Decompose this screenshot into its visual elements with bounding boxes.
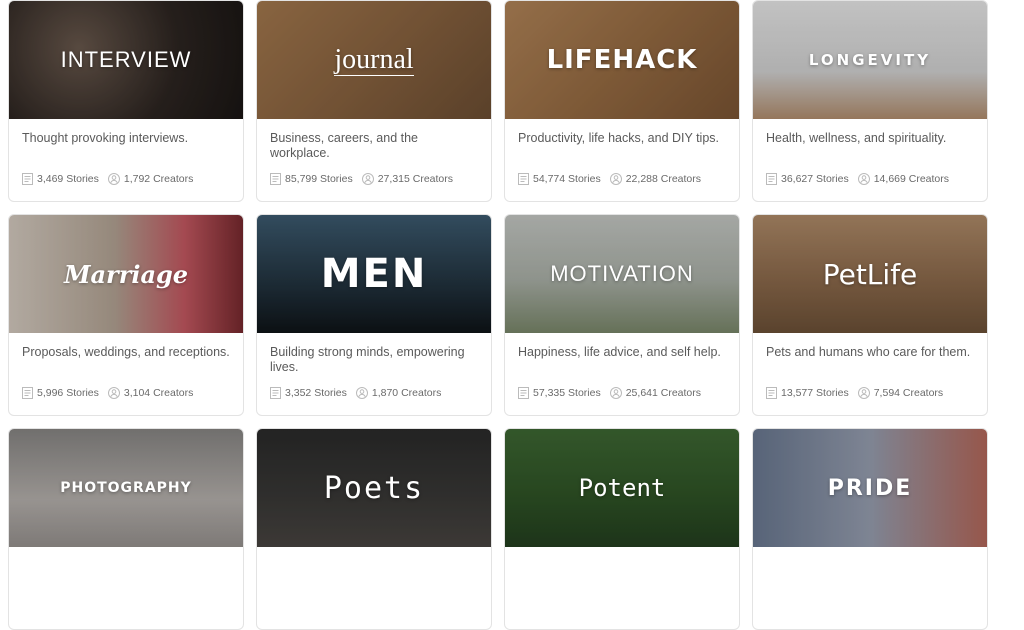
- card-banner-image: MEN: [257, 215, 491, 333]
- creators-count: 1,870 Creators: [355, 387, 442, 399]
- stories-count: 3,352 Stories: [270, 387, 347, 399]
- community-grid: INTERVIEW Thought provoking interviews. …: [8, 0, 988, 630]
- document-icon: [22, 173, 33, 185]
- card-description: Happiness, life advice, and self help.: [518, 345, 721, 359]
- person-icon: [355, 387, 368, 399]
- card-description: Building strong minds, empowering lives.: [270, 345, 465, 374]
- stories-count: 57,335 Stories: [518, 387, 601, 399]
- stories-count: 3,469 Stories: [22, 173, 99, 185]
- creators-count: 7,594 Creators: [857, 387, 944, 399]
- card-banner-title: Marriage: [63, 259, 189, 289]
- creators-label: 1,792 Creators: [123, 173, 194, 185]
- card-banner-title: LIFEHACK: [546, 45, 698, 75]
- community-card-motivation[interactable]: MOTIVATION Happiness, life advice, and s…: [504, 214, 740, 416]
- community-card-interview[interactable]: INTERVIEW Thought provoking interviews. …: [8, 0, 244, 202]
- stories-count: 5,996 Stories: [22, 387, 99, 399]
- community-card-pride[interactable]: PRIDE: [752, 428, 988, 630]
- document-icon: [518, 387, 529, 399]
- stories-label: 85,799 Stories: [285, 173, 353, 185]
- person-icon: [609, 387, 622, 399]
- stories-label: 13,577 Stories: [781, 387, 849, 399]
- card-banner-title: INTERVIEW: [60, 47, 192, 72]
- card-banner-image: LIFEHACK: [505, 1, 739, 119]
- card-banner-image: Marriage: [9, 215, 243, 333]
- card-banner-title: Potent: [578, 474, 666, 502]
- creators-count: 3,104 Creators: [107, 387, 194, 399]
- creators-count: 1,792 Creators: [107, 173, 194, 185]
- person-icon: [857, 387, 870, 399]
- creators-label: 22,288 Creators: [625, 173, 702, 185]
- stories-label: 5,996 Stories: [37, 387, 99, 399]
- creators-label: 14,669 Creators: [873, 173, 950, 185]
- stories-label: 3,469 Stories: [37, 173, 99, 185]
- card-description: Proposals, weddings, and receptions.: [22, 345, 230, 359]
- community-card-lifehack[interactable]: LIFEHACK Productivity, life hacks, and D…: [504, 0, 740, 202]
- card-description: Business, careers, and the workplace.: [270, 131, 418, 160]
- community-card-marriage[interactable]: Marriage Proposals, weddings, and recept…: [8, 214, 244, 416]
- card-description: Pets and humans who care for them.: [766, 345, 971, 359]
- person-icon: [107, 173, 120, 185]
- stories-count: 54,774 Stories: [518, 173, 601, 185]
- stories-count: 85,799 Stories: [270, 173, 353, 185]
- stories-label: 36,627 Stories: [781, 173, 849, 185]
- community-card-petlife[interactable]: PetLife Pets and humans who care for the…: [752, 214, 988, 416]
- creators-count: 25,641 Creators: [609, 387, 702, 399]
- creators-label: 25,641 Creators: [625, 387, 702, 399]
- stories-label: 54,774 Stories: [533, 173, 601, 185]
- card-description: Productivity, life hacks, and DIY tips.: [518, 131, 720, 145]
- card-banner-title: LONGEVITY: [808, 51, 932, 69]
- creators-label: 27,315 Creators: [377, 173, 454, 185]
- card-banner-title: PetLife: [822, 257, 918, 291]
- stories-label: 3,352 Stories: [285, 387, 347, 399]
- creators-count: 22,288 Creators: [609, 173, 702, 185]
- person-icon: [857, 173, 870, 185]
- community-card-journal[interactable]: journal Business, careers, and the workp…: [256, 0, 492, 202]
- community-card-photography[interactable]: PHOTOGRAPHY: [8, 428, 244, 630]
- person-icon: [361, 173, 374, 185]
- document-icon: [766, 387, 777, 399]
- card-banner-image: PRIDE: [753, 429, 987, 547]
- card-banner-image: Poets: [257, 429, 491, 547]
- creators-label: 3,104 Creators: [123, 387, 194, 399]
- creators-label: 7,594 Creators: [873, 387, 944, 399]
- card-description: Thought provoking interviews.: [22, 131, 189, 145]
- card-banner-title: MOTIVATION: [550, 261, 694, 286]
- document-icon: [518, 173, 529, 185]
- card-banner-image: Potent: [505, 429, 739, 547]
- community-card-potent[interactable]: Potent: [504, 428, 740, 630]
- card-banner-image: PHOTOGRAPHY: [9, 429, 243, 547]
- stories-count: 13,577 Stories: [766, 387, 849, 399]
- community-card-men[interactable]: MEN Building strong minds, empowering li…: [256, 214, 492, 416]
- creators-count: 14,669 Creators: [857, 173, 950, 185]
- person-icon: [107, 387, 120, 399]
- card-banner-image: PetLife: [753, 215, 987, 333]
- card-banner-image: MOTIVATION: [505, 215, 739, 333]
- card-banner-image: LONGEVITY: [753, 1, 987, 119]
- card-description: Health, wellness, and spirituality.: [766, 131, 947, 145]
- card-banner-title: journal: [334, 43, 414, 76]
- card-banner-title: MEN: [320, 251, 428, 297]
- stories-label: 57,335 Stories: [533, 387, 601, 399]
- card-banner-title: PHOTOGRAPHY: [60, 480, 192, 496]
- card-banner-image: INTERVIEW: [9, 1, 243, 119]
- stories-count: 36,627 Stories: [766, 173, 849, 185]
- creators-label: 1,870 Creators: [371, 387, 442, 399]
- card-banner-title: PRIDE: [827, 475, 913, 501]
- community-card-longevity[interactable]: LONGEVITY Health, wellness, and spiritua…: [752, 0, 988, 202]
- document-icon: [22, 387, 33, 399]
- card-banner-image: journal: [257, 1, 491, 119]
- document-icon: [766, 173, 777, 185]
- document-icon: [270, 173, 281, 185]
- document-icon: [270, 387, 281, 399]
- card-banner-title: Poets: [323, 470, 425, 506]
- community-card-poets[interactable]: Poets: [256, 428, 492, 630]
- creators-count: 27,315 Creators: [361, 173, 454, 185]
- person-icon: [609, 173, 622, 185]
